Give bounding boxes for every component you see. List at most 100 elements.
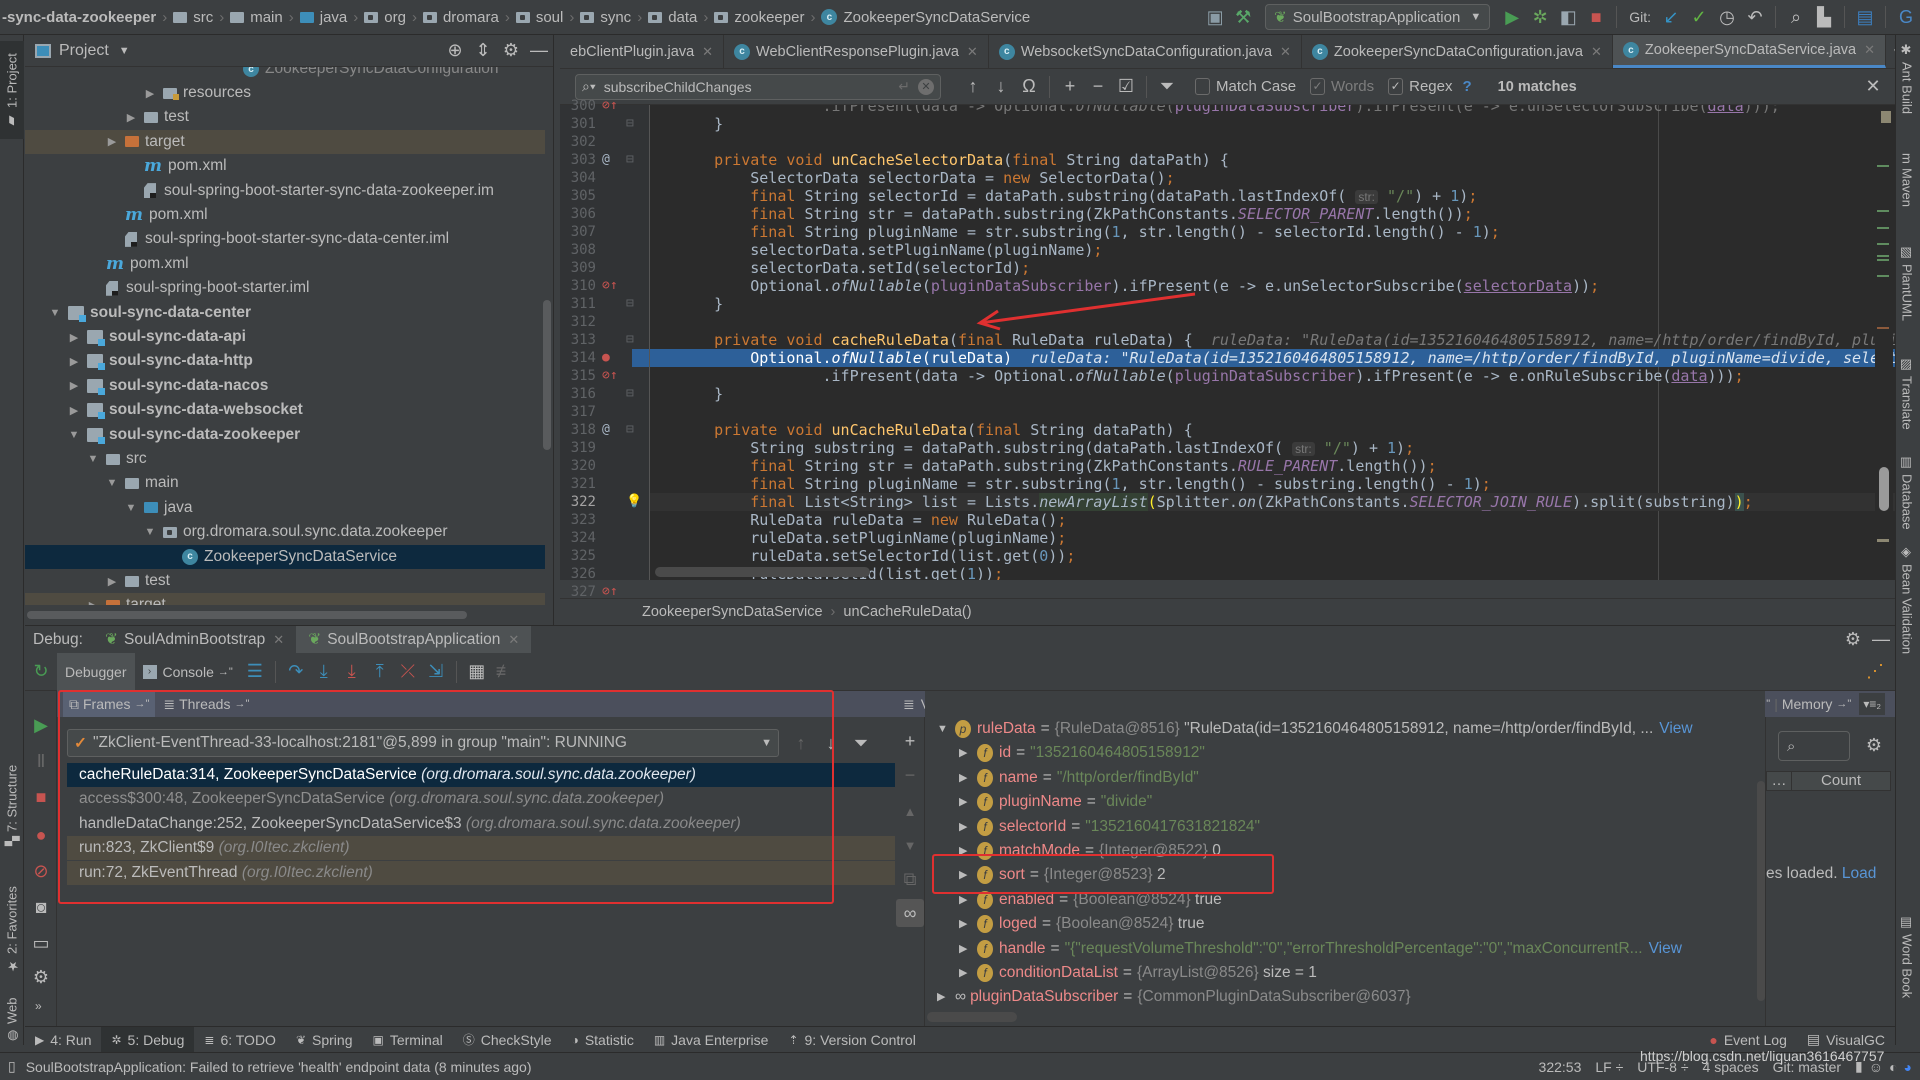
line-separator[interactable]: LF ÷ — [1595, 1059, 1623, 1075]
tool-tab-right[interactable]: m Maven — [1896, 153, 1918, 207]
collapsed-arrow-icon[interactable]: ▶ — [105, 135, 119, 148]
tree-row[interactable]: ▶ test — [25, 105, 545, 129]
tab-memory[interactable]: Memory — [1782, 696, 1833, 712]
chevron-down-icon[interactable]: ▼ — [119, 45, 130, 57]
debug-bug-icon[interactable]: ✲ — [1526, 3, 1554, 31]
collapsed-arrow-icon[interactable]: ▶ — [959, 839, 977, 863]
expanded-arrow-icon[interactable]: ▼ — [105, 477, 119, 489]
caret-position[interactable]: 322:53 — [1539, 1059, 1582, 1075]
annotation-marker-icon[interactable]: @ — [602, 151, 610, 169]
regex-option[interactable]: ✓ Regex — [1388, 78, 1452, 95]
collapsed-arrow-icon[interactable]: ▶ — [959, 961, 977, 985]
gear-icon[interactable]: ⚙ — [1839, 626, 1867, 654]
coverage-icon[interactable]: ◧ — [1554, 3, 1582, 31]
regex-checkbox[interactable]: ✓ — [1388, 78, 1404, 95]
expanded-arrow-icon[interactable]: ▼ — [48, 307, 62, 319]
chrome-icon[interactable]: ◕ — [1904, 1059, 1912, 1075]
tab-debugger[interactable]: Debugger — [57, 652, 135, 691]
tree-row[interactable]: m pom.xml — [25, 203, 545, 227]
fold-marker-icon[interactable]: ⊟ — [626, 151, 634, 169]
tool-tab-right[interactable]: ▧ PlantUML — [1896, 245, 1918, 321]
step-over-icon[interactable]: ↷ — [282, 658, 310, 686]
breadcrumb-item[interactable]: › soul — [499, 9, 564, 26]
horizontal-scrollbar[interactable] — [27, 611, 467, 619]
gear-icon[interactable]: ⚙ — [1860, 731, 1888, 759]
variable-row[interactable]: ▶ f selectorId = "1352160417631821824" — [959, 815, 1260, 839]
git-commit-icon[interactable]: ✓ — [1685, 3, 1713, 31]
git-rollback-icon[interactable]: ↶ — [1741, 3, 1769, 31]
run-icon[interactable]: ▶ — [1498, 3, 1526, 31]
collapse-all-icon[interactable]: ⇕ — [469, 37, 497, 65]
run-configuration-select[interactable]: ❦ SoulBootstrapApplication ▼ — [1265, 4, 1491, 30]
previous-match-icon[interactable]: ↑ — [959, 73, 987, 101]
variable-row[interactable]: ▶ f matchMode = {Integer@8522} 0 — [959, 839, 1221, 863]
stack-frame[interactable]: access$300:48, ZookeeperSyncDataService … — [67, 787, 895, 811]
fold-marker-icon[interactable]: ⊟ — [626, 421, 634, 439]
breadcrumb-item[interactable]: › main — [213, 9, 283, 26]
status-message[interactable]: SoulBootstrapApplication: Failed to retr… — [26, 1059, 532, 1075]
collapsed-arrow-icon[interactable]: ▶ — [67, 331, 81, 344]
editor-tab[interactable]: c WebsocketSyncDataConfiguration.java ✕ — [989, 35, 1302, 68]
tool-tab-right[interactable]: ◈ Bean Validation — [1896, 545, 1918, 654]
variable-row[interactable]: ▶ f enabled = {Boolean@8524} true — [959, 888, 1222, 912]
camera-icon[interactable]: ◙ — [27, 893, 55, 921]
debug-session-tab[interactable]: ❦ SoulBootstrapApplication ✕ — [296, 625, 532, 654]
move-down-icon[interactable]: ▼ — [896, 831, 924, 859]
tool-window-tab[interactable]: ▶ 4: Run — [25, 1027, 101, 1053]
tool-tab-right[interactable]: ▥ Database — [1896, 455, 1918, 530]
stop-icon[interactable]: ■ — [1582, 3, 1610, 31]
expanded-arrow-icon[interactable]: ▼ — [86, 453, 100, 465]
tool-tab-favorites[interactable]: ★ 2: Favorites — [0, 875, 24, 985]
variable-row[interactable]: ▶ f loged = {Boolean@8524} true — [959, 912, 1205, 936]
override-marker-icon[interactable]: ⊘↑ — [602, 97, 618, 115]
tree-row[interactable]: ▶ test — [25, 569, 545, 593]
show-watches-icon[interactable]: ∞ — [896, 899, 924, 927]
close-tab-icon[interactable]: ✕ — [1280, 44, 1291, 60]
tree-row[interactable]: ▼ java — [25, 496, 545, 520]
select-all-icon[interactable]: ☑ — [1112, 73, 1140, 101]
collapsed-arrow-icon[interactable]: ▶ — [937, 985, 955, 1009]
editor-tab[interactable]: c ZookeeperSyncDataService.java ✕ — [1612, 35, 1886, 68]
tool-window-tab[interactable]: ◑ Statistic — [562, 1027, 644, 1053]
tool-tab-right[interactable]: ▤ Word Book — [1896, 915, 1918, 998]
regex-help-link[interactable]: ? — [1462, 78, 1471, 95]
breadcrumb-item[interactable]: › dromara — [406, 9, 499, 26]
fold-marker-icon[interactable]: ⊟ — [626, 295, 634, 313]
locate-icon[interactable]: ⊕ — [441, 37, 469, 65]
gear-icon[interactable]: ⚙ — [27, 963, 55, 991]
collapsed-arrow-icon[interactable]: ▶ — [124, 111, 138, 124]
tree-row[interactable]: ▼ src — [25, 447, 545, 471]
collapsed-arrow-icon[interactable]: ▶ — [959, 790, 977, 814]
google-translate-icon[interactable]: G — [1892, 3, 1920, 31]
build-hammer-icon[interactable]: ⚒ — [1229, 3, 1257, 31]
copy-icon[interactable]: ⧉ — [896, 865, 924, 893]
override-marker-icon[interactable]: ⊘↑ — [602, 367, 618, 385]
collapsed-arrow-icon[interactable]: ▶ — [67, 404, 81, 417]
tool-window-tab[interactable]: ▣ Terminal — [362, 1027, 452, 1053]
debug-session-tab[interactable]: ❦ SoulAdminBootstrap ✕ — [93, 626, 296, 654]
next-match-icon[interactable]: ↓ — [987, 73, 1015, 101]
stack-frame[interactable]: handleDataChange:252, ZookeeperSyncDataS… — [67, 812, 895, 836]
move-up-icon[interactable]: ▲ — [896, 797, 924, 825]
memory-column-truncated[interactable]: … — [1767, 772, 1792, 790]
tree-row[interactable]: m pom.xml — [25, 154, 545, 178]
tree-row[interactable]: soul-spring-boot-starter-sync-data-cente… — [25, 227, 545, 251]
override-marker-icon[interactable]: ⊘↑ — [602, 277, 618, 295]
match-case-option[interactable]: Match Case — [1195, 78, 1296, 95]
add-watch-icon[interactable]: + — [896, 727, 924, 755]
breadcrumb-item[interactable]: › zookeeper — [697, 9, 804, 26]
layout-icon[interactable]: ▣ — [1201, 3, 1229, 31]
breadcrumb-class[interactable]: ZookeeperSyncDataService — [642, 604, 823, 620]
tab-console[interactable]: › Console →" — [135, 653, 241, 691]
tree-row[interactable]: ▶ soul-sync-data-api — [25, 325, 545, 349]
breadcrumb-method[interactable]: unCacheRuleData() — [843, 604, 971, 620]
view-link[interactable]: View — [1659, 717, 1692, 741]
tab-frames[interactable]: ⧉ Frames →" — [63, 691, 156, 717]
hide-panel-icon[interactable]: — — [1867, 626, 1895, 654]
search-icon[interactable]: ⌕ — [1782, 3, 1810, 31]
variable-row[interactable]: ▶ f pluginName = "divide" — [959, 790, 1152, 814]
memory-indicator-icon[interactable]: ◐ — [1889, 1059, 1897, 1075]
variable-row[interactable]: ▶ f id = "1352160464805158912" — [959, 741, 1205, 765]
tree-row[interactable]: c ZookeeperSyncDataService — [25, 544, 545, 569]
vertical-scrollbar[interactable] — [543, 300, 551, 450]
